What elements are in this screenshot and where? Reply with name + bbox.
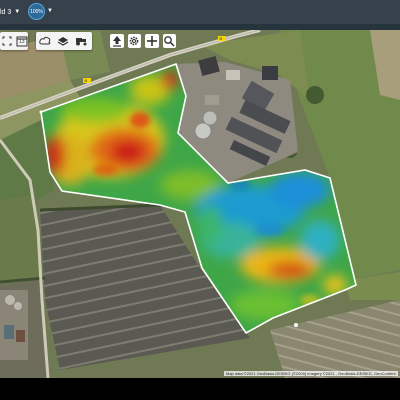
satellite-map[interactable]: B B Map data ©2021 GeoBasis-DE/BKG (©200…	[0, 30, 400, 378]
road-marker-2: B	[220, 36, 223, 41]
machinery-button[interactable]	[74, 34, 88, 48]
layers-icon	[57, 36, 69, 46]
map-canvas: B B	[0, 30, 400, 378]
map-attribution: Map data ©2021 GeoBasis-DE/BKG (©2009) I…	[224, 371, 398, 376]
layers-button[interactable]	[56, 34, 70, 48]
weather-icon	[39, 36, 51, 45]
add-icon	[146, 36, 157, 46]
calendar-day: 13	[19, 39, 25, 45]
upload-button[interactable]	[110, 34, 124, 48]
field-name: ld 3	[0, 8, 12, 16]
field-selector[interactable]: ld 3 ▼	[0, 0, 20, 24]
toolbar-group-layers	[36, 32, 92, 50]
settings-button[interactable]	[127, 34, 141, 48]
upload-icon	[112, 36, 121, 47]
zoom-level-text: 100%	[30, 8, 43, 15]
add-button[interactable]	[145, 34, 159, 48]
calendar-button[interactable]: 13	[16, 34, 28, 48]
fullscreen-icon	[2, 36, 12, 46]
zoom-chevron-down-icon[interactable]: ▼	[47, 8, 53, 14]
zoom-level-badge[interactable]: 100%	[28, 3, 45, 20]
bottom-bar	[0, 378, 400, 400]
search-button[interactable]	[162, 34, 176, 48]
weather-button[interactable]	[38, 34, 52, 48]
fullscreen-button[interactable]	[2, 34, 12, 48]
toolbar-group-view: 13	[0, 32, 28, 50]
tractor-icon	[76, 38, 87, 46]
app-header: ld 3 ▼ 100% ▼	[0, 0, 400, 24]
road-marker-1: B	[85, 78, 88, 83]
search-icon	[164, 36, 175, 47]
chevron-down-icon: ▼	[14, 9, 21, 15]
settings-icon	[129, 36, 139, 46]
toolbar-group-actions	[108, 32, 178, 50]
